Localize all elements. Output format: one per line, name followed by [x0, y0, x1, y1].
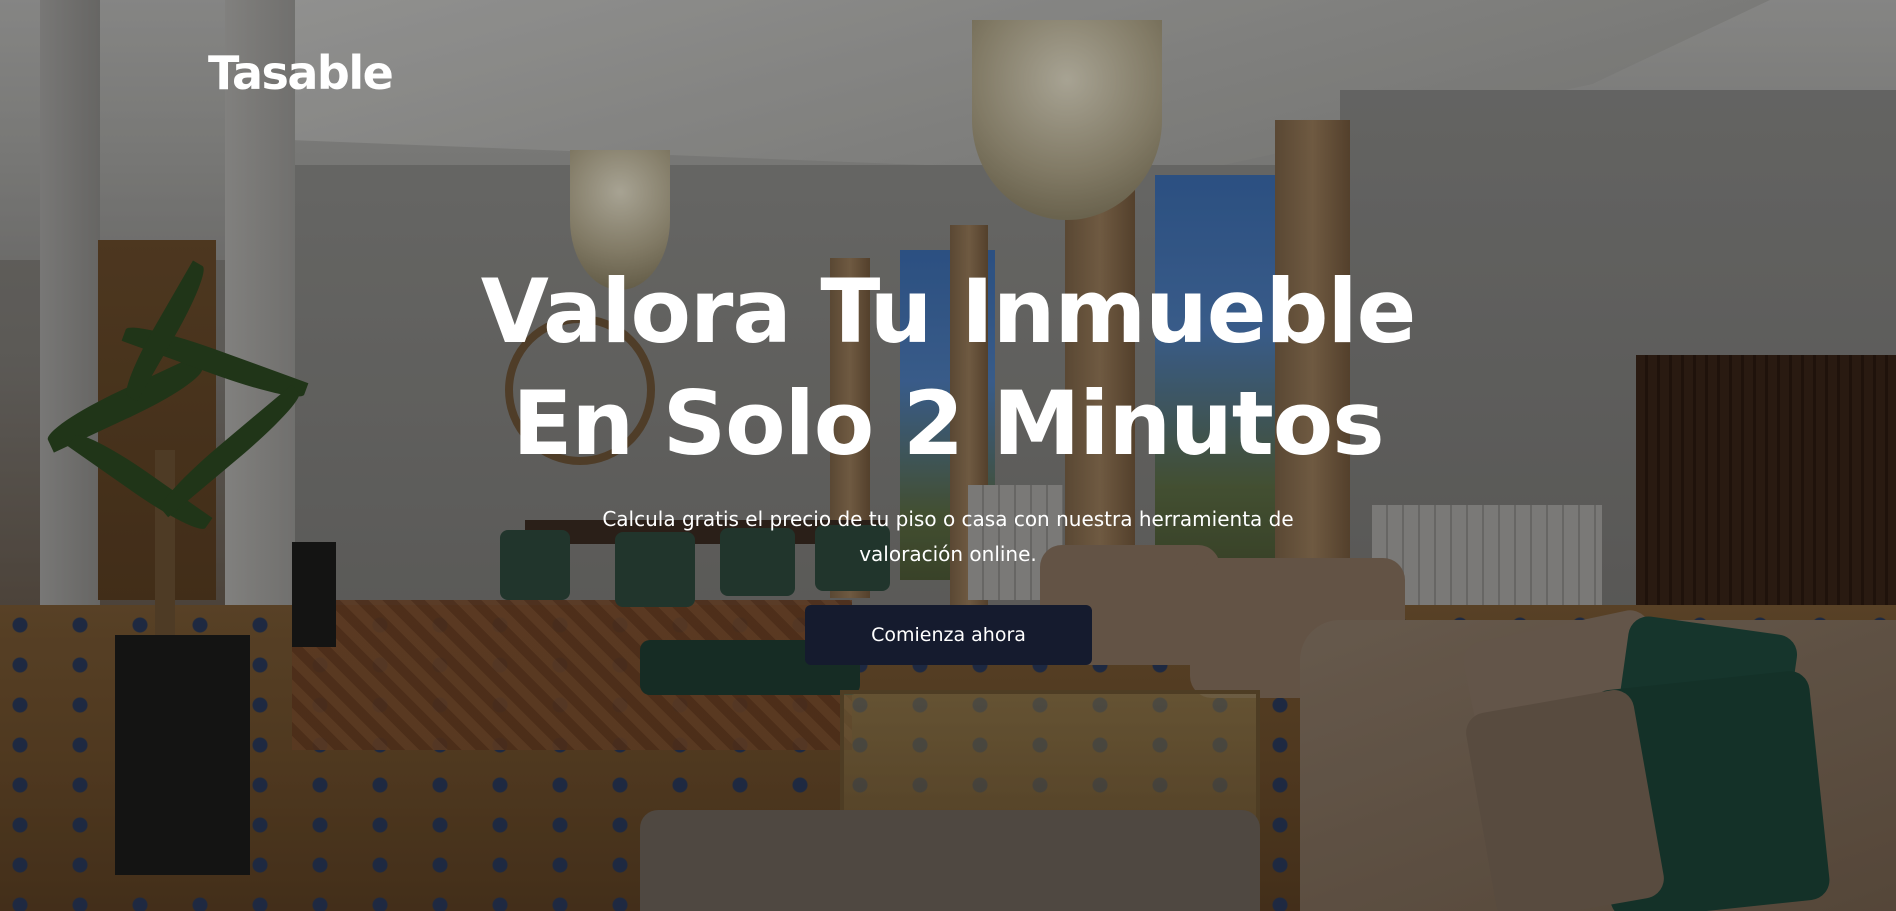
hero-headline: Valora Tu Inmueble En Solo 2 Minutos: [0, 256, 1896, 480]
start-now-button[interactable]: Comienza ahora: [805, 605, 1092, 665]
headline-line-2: En Solo 2 Minutos: [512, 372, 1384, 475]
headline-line-1: Valora Tu Inmueble: [480, 260, 1417, 363]
hero-section: Tasable Valora Tu Inmueble En Solo 2 Min…: [0, 0, 1896, 911]
hero-subtitle: Calcula gratis el precio de tu piso o ca…: [602, 507, 1294, 566]
brand-logo[interactable]: Tasable: [208, 46, 394, 100]
